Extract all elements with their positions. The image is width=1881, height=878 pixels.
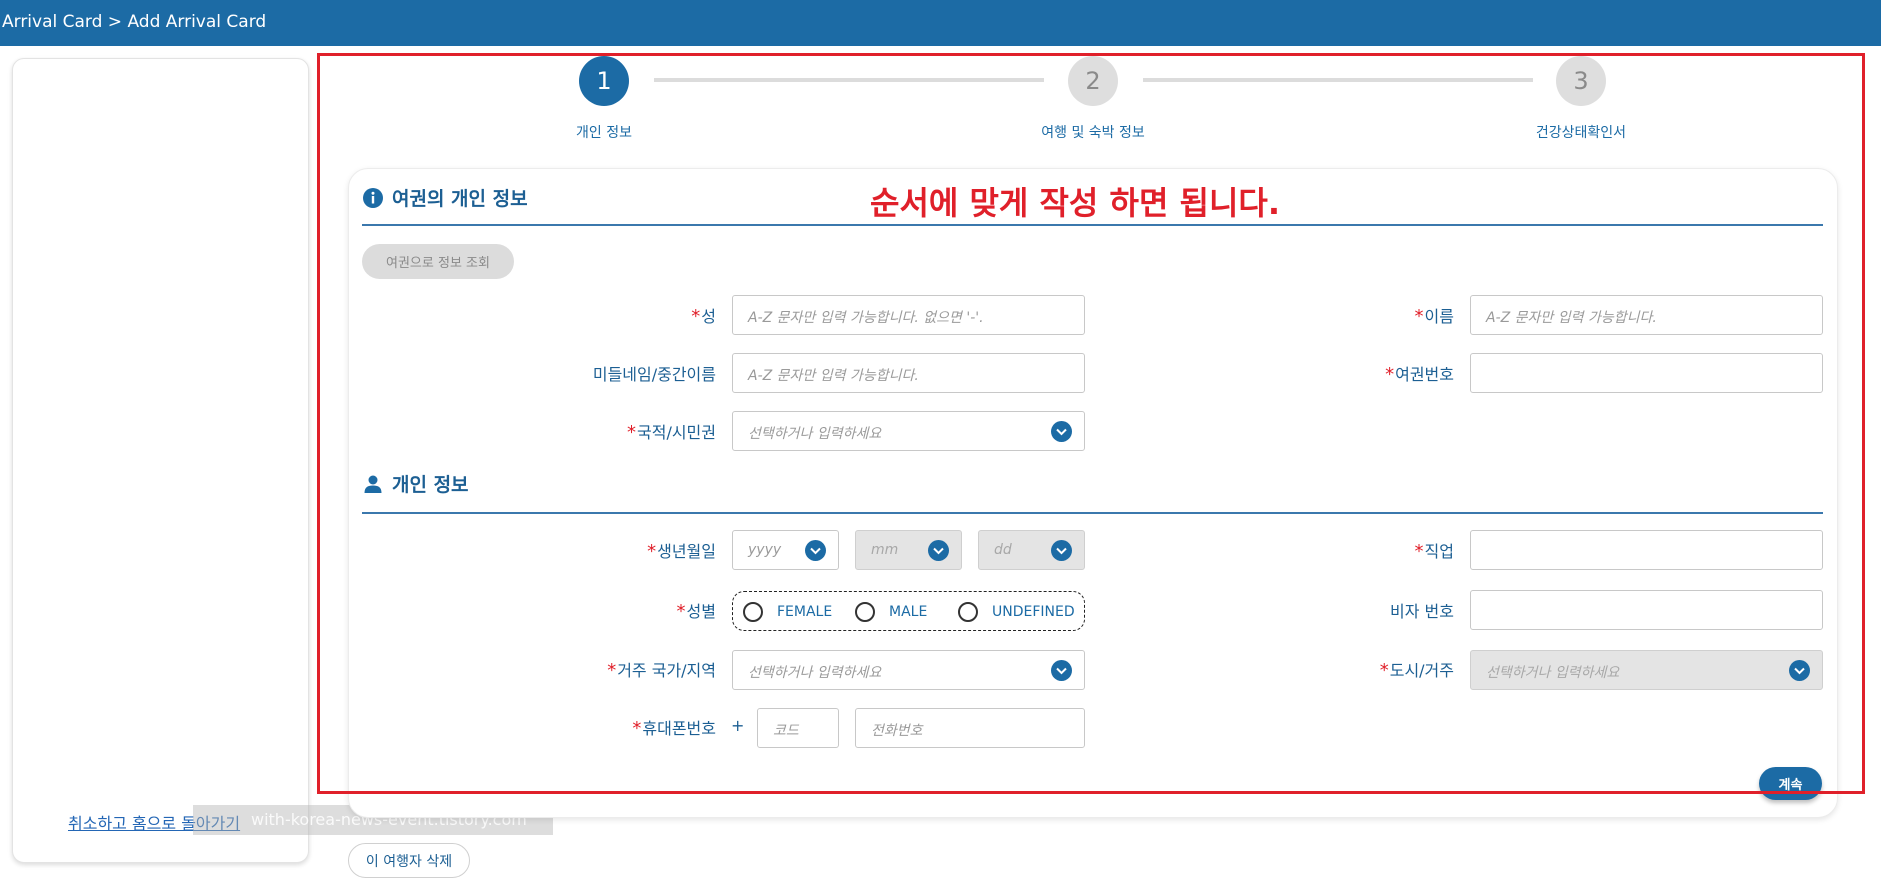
- delete-traveler-button[interactable]: 이 여행자 삭제: [348, 843, 470, 878]
- step-1-circle: 1: [579, 56, 629, 106]
- passport-section-divider: [362, 224, 1823, 226]
- chevron-down-icon: [1051, 540, 1072, 561]
- personal-section-title: 개인 정보: [362, 470, 469, 497]
- city-label: *도시/거주: [1379, 660, 1454, 681]
- visa-number-input[interactable]: [1470, 590, 1823, 630]
- passport-lookup-button[interactable]: 여권으로 정보 조회: [362, 244, 514, 279]
- dob-label: *생년월일: [647, 541, 716, 562]
- dob-day-select[interactable]: dd: [978, 530, 1085, 570]
- phone-label: *휴대폰번호: [632, 718, 716, 739]
- step-2-label: 여행 및 숙박 정보: [1041, 125, 1145, 141]
- chevron-down-icon: [1789, 660, 1810, 681]
- step-3-label: 건강상태확인서: [1535, 125, 1627, 141]
- residence-country-label: *거주 국가/지역: [607, 660, 716, 681]
- step-3-circle: 3: [1556, 56, 1606, 106]
- surname-input[interactable]: A-Z 문자만 입력 가능합니다. 없으면 '-'.: [732, 295, 1085, 335]
- surname-label: *성: [691, 306, 716, 327]
- occupation-input[interactable]: [1470, 530, 1823, 570]
- phone-code-input[interactable]: 코드: [757, 708, 839, 748]
- middle-name-input[interactable]: A-Z 문자만 입력 가능합니다.: [732, 353, 1085, 393]
- personal-section-divider: [362, 512, 1823, 514]
- dob-month-select[interactable]: mm: [855, 530, 962, 570]
- top-bar: Arrival Card > Add Arrival Card: [0, 0, 1881, 46]
- passport-section-title: 여권의 개인 정보: [362, 184, 528, 211]
- chevron-down-icon: [928, 540, 949, 561]
- chevron-down-icon: [805, 540, 826, 561]
- phone-plus-prefix: +: [731, 716, 745, 735]
- chevron-down-icon: [1051, 660, 1072, 681]
- breadcrumb: Arrival Card > Add Arrival Card: [2, 12, 267, 32]
- phone-number-input[interactable]: 전화번호: [855, 708, 1085, 748]
- chevron-down-icon: [1051, 421, 1072, 442]
- sidebar-panel: [12, 58, 309, 863]
- visa-number-label: 비자 번호: [1390, 602, 1454, 621]
- nationality-label: *국적/시민권: [627, 422, 716, 443]
- gender-female-radio[interactable]: FEMALE: [743, 602, 832, 622]
- gender-radio-group: FEMALE MALE UNDEFINED: [732, 591, 1085, 631]
- step-connector-2: [1143, 78, 1533, 82]
- gender-label: *성별: [676, 601, 716, 622]
- info-icon: [362, 187, 384, 209]
- annotation-text: 순서에 맞게 작성 하면 됩니다.: [870, 184, 1280, 222]
- city-select[interactable]: 선택하거나 입력하세요: [1470, 650, 1823, 690]
- step-1-label: 개인 정보: [576, 125, 632, 141]
- middle-name-label: 미들네임/중간이름: [592, 365, 716, 384]
- gender-male-radio[interactable]: MALE: [855, 602, 927, 622]
- dob-year-select[interactable]: yyyy: [732, 530, 839, 570]
- step-connector-1: [654, 78, 1044, 82]
- passport-number-input[interactable]: [1470, 353, 1823, 393]
- given-name-label: *이름: [1414, 306, 1454, 327]
- continue-button[interactable]: 계속: [1759, 767, 1822, 800]
- residence-country-select[interactable]: 선택하거나 입력하세요: [732, 650, 1085, 690]
- passport-number-label: *여권번호: [1385, 364, 1454, 385]
- occupation-label: *직업: [1414, 541, 1454, 562]
- nationality-select[interactable]: 선택하거나 입력하세요: [732, 411, 1085, 451]
- form-card: [348, 168, 1838, 818]
- person-icon: [362, 473, 384, 495]
- given-name-input[interactable]: A-Z 문자만 입력 가능합니다.: [1470, 295, 1823, 335]
- gender-undefined-radio[interactable]: UNDEFINED: [958, 602, 1075, 622]
- step-2-circle: 2: [1068, 56, 1118, 106]
